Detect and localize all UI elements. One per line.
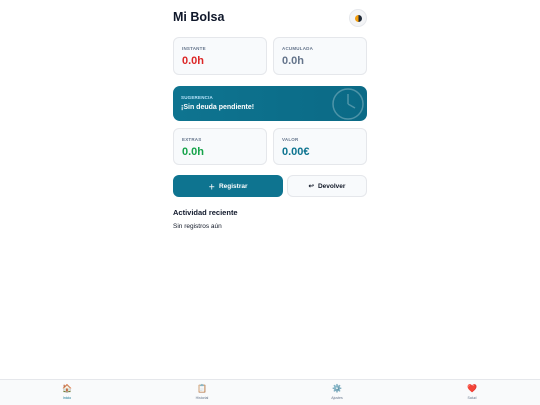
clipboard-icon: 📋 [197,384,207,393]
devolver-button[interactable]: ↩ Devolver [287,175,367,197]
card-acumulada: ACUMULADA 0.0h [273,37,367,75]
return-arrow-icon: ↩ [308,183,314,190]
clock-icon [332,88,364,120]
card-value: 0.0h [282,55,305,67]
half-moon-icon [354,14,362,22]
card-label: ACUMULADA [282,46,314,51]
registrar-label: Registrar [218,182,248,190]
registrar-button[interactable]: ＋ Registrar [173,175,283,197]
gear-icon: ⚙️ [332,384,342,393]
nav-label: Inicio [62,396,72,400]
header: Mi Bolsa [173,9,367,27]
nav-item-ajustes[interactable]: ⚙️ Ajustes [317,384,357,400]
card-extras: EXTRAS 0.0h [173,128,267,165]
card-label: EXTRAS [182,137,202,142]
devolver-label: Devolver [317,182,346,190]
card-label: VALOR [282,137,299,142]
card-label: INSTANTE [182,46,206,51]
card-valor: VALOR 0.00€ [273,128,367,165]
nav-item-inicio[interactable]: 🏠 Inicio [47,384,87,400]
card-value: 0.0h [182,55,205,67]
page-title: Mi Bolsa [173,10,225,24]
plus-icon: ＋ [208,184,215,191]
suggestion-label: SUGERENCIA [181,95,214,100]
heart-icon: ❤️ [467,384,477,393]
nav-label: Historial [195,396,209,400]
theme-toggle-button[interactable] [349,9,367,27]
nav-item-historial[interactable]: 📋 Historial [182,384,222,400]
card-value: 0.00€ [282,146,310,158]
nav-label: Ajustes [331,396,343,400]
home-icon: 🏠 [62,384,72,393]
nav-label: Salud [467,396,477,400]
suggestion-banner: SUGERENCIA ¡Sin deuda pendiente! [173,86,367,121]
activity-title: Actividad reciente [173,208,238,217]
activity-empty-text: Sin registros aún [173,223,222,230]
card-instante: INSTANTE 0.0h [173,37,267,75]
card-value: 0.0h [182,146,205,158]
suggestion-message: ¡Sin deuda pendiente! [181,104,255,111]
nav-item-salud[interactable]: ❤️ Salud [452,384,492,400]
bottom-nav: 🏠 Inicio 📋 Historial ⚙️ Ajustes ❤️ Salud [0,379,540,405]
